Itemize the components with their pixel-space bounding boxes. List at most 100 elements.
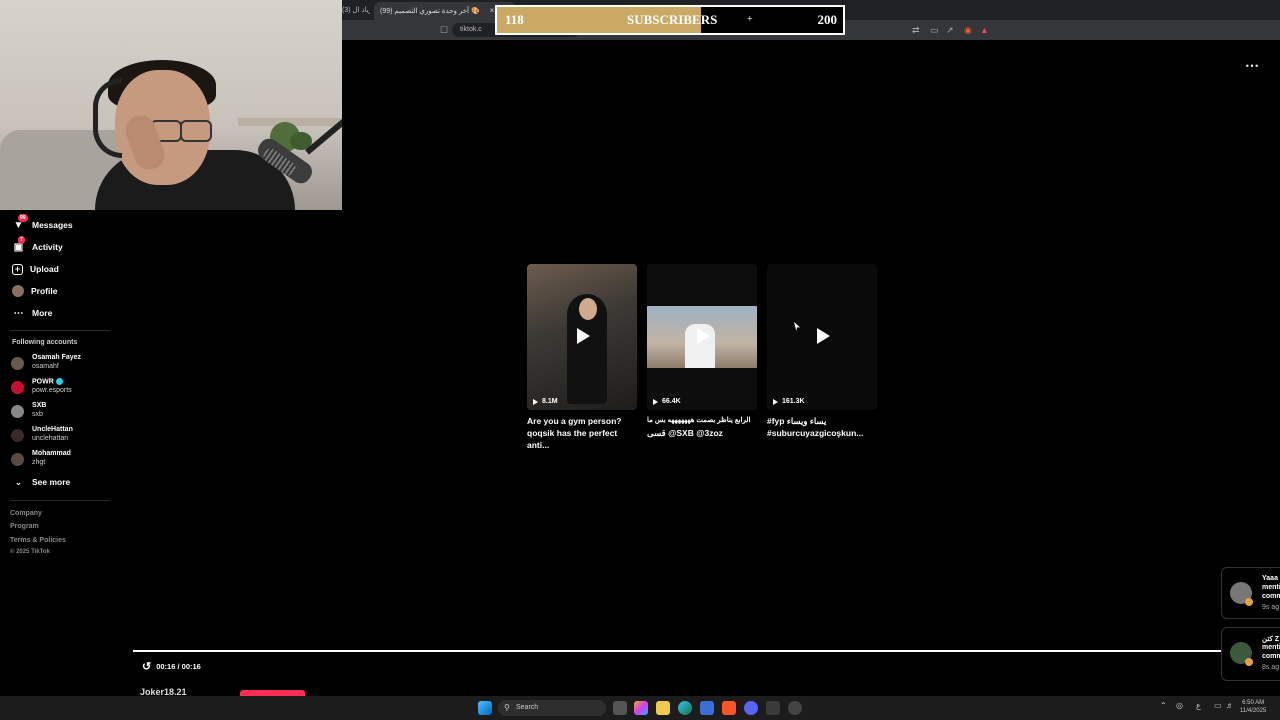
mic-icon[interactable]: ◎ xyxy=(1176,701,1183,710)
footer-link-terms[interactable]: Terms & Policies xyxy=(10,537,66,544)
play-icon xyxy=(577,328,590,344)
avatar xyxy=(11,429,24,442)
sidebar-item-label: Activity xyxy=(32,242,63,252)
brave-shield-icon[interactable]: ◉ xyxy=(964,24,972,36)
status-dot xyxy=(1245,658,1253,666)
bookmark-icon[interactable]: ☐ xyxy=(440,24,448,36)
account-name: POWR xyxy=(32,378,63,385)
play-icon xyxy=(773,398,778,405)
more-menu-icon[interactable]: ⋯ xyxy=(1245,57,1259,74)
notification-toast[interactable]: كتن Z menti comm 8s ag xyxy=(1221,627,1280,681)
notification-text: menti xyxy=(1262,644,1280,651)
notification-toast[interactable]: Yaaa menti comm 9s ag xyxy=(1221,567,1280,619)
sidebar-item-label: Messages xyxy=(32,220,73,230)
network-icon[interactable]: ▭ xyxy=(1214,701,1222,710)
clock-date: 11/4/2025 xyxy=(1240,708,1267,714)
chevron-down-icon: ⌄ xyxy=(15,477,22,487)
view-count: 8.1M xyxy=(533,398,558,405)
account-handle: zhgt xyxy=(32,459,46,466)
footer-link-company[interactable]: Company xyxy=(10,510,42,517)
sidebar-item-messages[interactable]: ▼ 99 Messages xyxy=(12,213,73,233)
sidebar-item-label: Profile xyxy=(31,286,58,296)
video-thumbnail-face xyxy=(579,298,597,320)
notification-time: 8s ag xyxy=(1262,664,1280,671)
time-readout: 00:16 / 00:16 xyxy=(156,662,201,671)
caption-line: قسى @SXB @3zoz xyxy=(647,428,723,438)
see-more-label: See more xyxy=(32,477,71,487)
close-icon[interactable]: × xyxy=(490,6,495,15)
clock-time: 6:50 AM xyxy=(1242,700,1265,706)
ellipsis-icon: ⋯ xyxy=(13,307,24,319)
rewards-icon[interactable]: ▲ xyxy=(980,24,989,36)
search-label: Search xyxy=(516,704,539,711)
volume-icon[interactable]: ♬ xyxy=(1226,701,1234,710)
glasses-right xyxy=(180,120,212,142)
taskbar-search[interactable]: ⚲ Search xyxy=(498,700,606,716)
language-indicator[interactable]: ع xyxy=(1196,701,1201,710)
obs-icon[interactable] xyxy=(788,701,802,715)
browser-tab[interactable]: (3) زياد ال xyxy=(342,2,370,20)
view-count: 66.4K xyxy=(653,398,681,405)
sidebar-item-label: More xyxy=(32,308,53,318)
chevron-up-icon[interactable]: ⌃ xyxy=(1160,701,1167,710)
start-icon[interactable] xyxy=(478,701,492,715)
store-icon[interactable] xyxy=(700,701,714,715)
avatar xyxy=(11,405,24,418)
sidebar-item-more[interactable]: ⋯ More xyxy=(12,305,53,321)
account-name: UncleHattan xyxy=(32,426,73,433)
file-explorer-icon[interactable] xyxy=(656,701,670,715)
inbox-icon: ▣ 7 xyxy=(13,235,25,253)
subscriber-goal: 200 xyxy=(817,12,838,27)
caption-line: #suburcuyazgicoşkun... xyxy=(767,428,864,438)
avatar xyxy=(12,285,24,297)
copyright: © 2025 TikTok xyxy=(10,549,50,555)
view-count-text: 66.4K xyxy=(662,398,681,405)
video-card[interactable]: 8.1M xyxy=(527,264,637,410)
account-handle: osamahf xyxy=(32,363,59,370)
webcam-overlay xyxy=(0,0,342,210)
video-caption[interactable]: الرابع يناظر بصمت هههههههه بس ما قسى @SX… xyxy=(647,415,759,439)
share-icon[interactable]: ↗ xyxy=(946,24,954,36)
sidebar-divider xyxy=(10,330,110,331)
sidebar-item-profile[interactable]: Profile xyxy=(12,283,57,299)
notification-text: comm xyxy=(1262,653,1280,660)
app-icon[interactable] xyxy=(766,701,780,715)
reader-icon[interactable]: ⇄ xyxy=(912,24,920,36)
system-clock[interactable]: 6:50 AM 11/4/2025 xyxy=(1240,699,1266,715)
brave-icon[interactable] xyxy=(722,701,736,715)
sidebar-item-upload[interactable]: + Upload xyxy=(12,261,59,277)
copilot-icon[interactable] xyxy=(634,701,648,715)
verified-icon xyxy=(55,378,63,385)
video-card[interactable]: 161.3K xyxy=(767,264,877,410)
account-name: Mohammad xyxy=(32,450,71,457)
video-caption[interactable]: Are you a gym person? qoqsik has the per… xyxy=(527,415,639,451)
footer-link-program[interactable]: Program xyxy=(10,523,39,530)
status-dot xyxy=(1245,598,1253,606)
see-more-button[interactable]: ⌄ See more xyxy=(12,474,70,490)
account-handle: sxb xyxy=(32,411,43,418)
caption-line: qoqsik has the perfect anti... xyxy=(527,428,618,450)
avatar xyxy=(11,453,24,466)
subscriber-label: SUBSCRIBERS xyxy=(627,12,718,27)
notification-text: Yaaa xyxy=(1262,575,1278,582)
subscriber-current: 118 xyxy=(505,12,524,27)
video-caption[interactable]: #fyp يساء ويساء #suburcuyazgicoşkun... xyxy=(767,415,879,439)
search-icon: ⚲ xyxy=(504,703,510,712)
video-progress-bar[interactable] xyxy=(133,650,1221,652)
play-icon xyxy=(817,328,830,344)
caption-line: Are you a gym person? xyxy=(527,416,622,426)
notification-time: 9s ag xyxy=(1262,604,1280,611)
url-text: tiktok.c xyxy=(460,26,482,33)
discord-icon[interactable] xyxy=(744,701,758,715)
account-name-text: POWR xyxy=(32,378,54,386)
cast-icon[interactable]: ▭ xyxy=(930,24,939,36)
sidebar-item-activity[interactable]: ▣ 7 Activity xyxy=(12,235,63,255)
account-name: SXB xyxy=(32,402,47,409)
edge-icon[interactable] xyxy=(678,701,692,715)
view-count: 161.3K xyxy=(773,398,805,405)
activity-badge: 7 xyxy=(18,235,25,244)
replay-icon[interactable]: ↺ xyxy=(142,660,151,673)
play-icon xyxy=(533,398,538,405)
task-view-icon[interactable] xyxy=(613,701,627,715)
video-card[interactable]: 66.4K xyxy=(647,264,757,410)
